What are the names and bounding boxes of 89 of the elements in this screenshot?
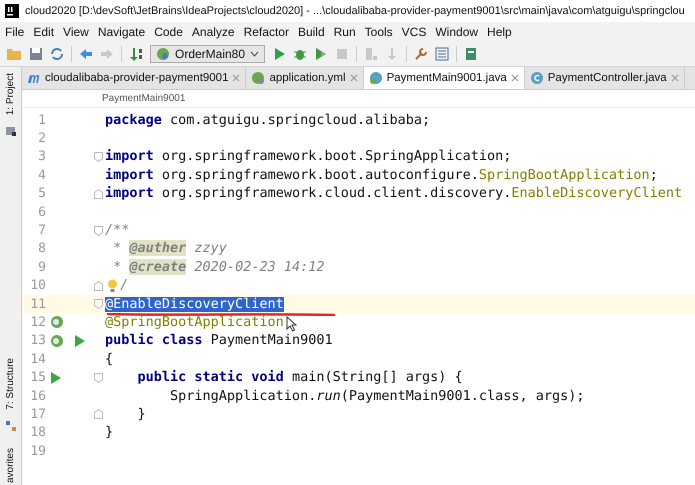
fold-marker-icon[interactable] [94, 188, 103, 199]
stop-icon[interactable] [335, 47, 350, 61]
code-line: package com.atguigu.springcloud.alibaba; [105, 112, 430, 128]
menu-item[interactable]: Code [154, 25, 183, 39]
breadcrumb[interactable]: PaymentMain9001 [102, 93, 186, 104]
window-title: cloud2020 [D:\devSoft\JetBrains\IdeaProjects\cloud2020] - ...\cloudalibaba-provider-payment9001\src\main\java\com\atguigu\springclou [25, 5, 685, 17]
structure-panel-tab[interactable]: 7: Structure [5, 356, 16, 412]
wrench-icon[interactable] [414, 47, 428, 61]
run-icon[interactable] [50, 372, 61, 384]
code-line: * @auther zzyy [112, 241, 227, 256]
fold-marker-icon[interactable] [94, 299, 103, 310]
sort-icon[interactable] [129, 47, 143, 61]
code-line: / [120, 278, 128, 294]
menu-item[interactable]: Edit [33, 25, 54, 39]
line-number: 2 [37, 131, 46, 146]
menu-item[interactable]: View [63, 25, 89, 39]
line-number: 8 [37, 241, 46, 256]
lightbulb-icon[interactable] [107, 278, 118, 293]
forward-arrow-icon[interactable] [100, 47, 114, 61]
line-number: 9 [37, 260, 46, 275]
project-panel-tab[interactable]: 1: Project [5, 71, 16, 118]
folder-icon[interactable] [4, 125, 16, 138]
code-line: } [105, 425, 114, 440]
line-number: 19 [29, 444, 46, 459]
close-icon[interactable] [232, 74, 240, 82]
code-line: import org.springframework.cloud.client.discovery.EnableDiscoveryClient [105, 186, 682, 202]
line-number: 17 [29, 406, 46, 422]
structure-icon[interactable] [4, 420, 16, 432]
close-icon[interactable] [670, 74, 679, 82]
code-line: public class PaymentMain9001 [105, 333, 333, 348]
menu-item[interactable]: File [5, 25, 24, 39]
run-icon[interactable] [272, 47, 286, 61]
back-arrow-icon[interactable] [79, 47, 93, 61]
menu-item[interactable]: Build [298, 25, 325, 39]
line-number: 13 [29, 333, 46, 348]
code-line: import org.springframework.boot.SpringApplication; [105, 149, 512, 164]
line-number: 11 [29, 296, 46, 312]
close-icon[interactable] [350, 74, 358, 82]
code-line: import org.springframework.boot.autoconfigure.SpringBootApplication; [105, 168, 658, 183]
line-number: 12 [29, 314, 46, 330]
code-line: * @create 2020-02-23 14:12 [112, 260, 324, 275]
code-line: /** [105, 223, 130, 238]
line-number: 6 [37, 204, 46, 220]
favorites-panel-tab[interactable]: avorites [5, 446, 16, 485]
menu-item[interactable]: VCS [402, 25, 426, 39]
menu-item[interactable]: Analyze [192, 25, 235, 39]
line-number: 15 [29, 370, 46, 386]
code-line: SpringApplication.run(PaymentMain9001.class, args); [169, 388, 585, 404]
line-number: 4 [37, 168, 46, 183]
bug-icon[interactable] [293, 47, 308, 61]
coverage-icon[interactable] [314, 47, 328, 61]
line-number: 7 [37, 223, 46, 238]
menu-item[interactable]: Run [334, 25, 356, 39]
line-number: 3 [37, 149, 46, 164]
fold-marker-icon[interactable] [94, 280, 103, 291]
menu-item[interactable]: Window [435, 25, 478, 39]
class-icon [530, 71, 544, 85]
run-icon[interactable] [74, 334, 85, 347]
line-number: 10 [29, 278, 46, 294]
bean-icon[interactable] [50, 334, 65, 348]
structure-icon[interactable] [435, 47, 450, 61]
menu-item[interactable]: Navigate [98, 25, 146, 39]
menu-item[interactable]: Help [487, 25, 512, 39]
class-icon [368, 71, 383, 85]
code-line: public static void main(String[] args) { [136, 370, 463, 386]
code-line: { [105, 352, 114, 367]
editor-tab[interactable]: PaymentMain9001.java [364, 67, 525, 89]
line-number: 5 [37, 186, 46, 202]
close-icon[interactable] [510, 74, 519, 82]
menu-item[interactable]: Tools [364, 25, 393, 39]
app-logo-icon [5, 4, 19, 18]
mouse-pointer-icon [286, 316, 297, 332]
code-line: @SpringBootApplication [105, 314, 284, 330]
run-config-dropdown[interactable]: OrderMain80 [150, 45, 266, 63]
fold-marker-icon[interactable] [94, 152, 103, 162]
caret-icon [250, 51, 260, 57]
fold-marker-icon[interactable] [94, 372, 103, 383]
line-number: 14 [29, 352, 46, 367]
menu-item[interactable]: Refactor [244, 25, 289, 39]
code-line: } [136, 406, 146, 422]
save-icon[interactable] [29, 47, 43, 61]
line-number: 16 [29, 388, 46, 404]
bean-icon[interactable] [50, 315, 65, 330]
line-number: 1 [37, 112, 46, 128]
line-number: 18 [29, 425, 46, 440]
build-icon[interactable] [364, 47, 378, 61]
fold-marker-icon[interactable] [94, 226, 103, 236]
fold-marker-icon[interactable] [94, 409, 103, 420]
sync-icon[interactable] [50, 47, 64, 61]
